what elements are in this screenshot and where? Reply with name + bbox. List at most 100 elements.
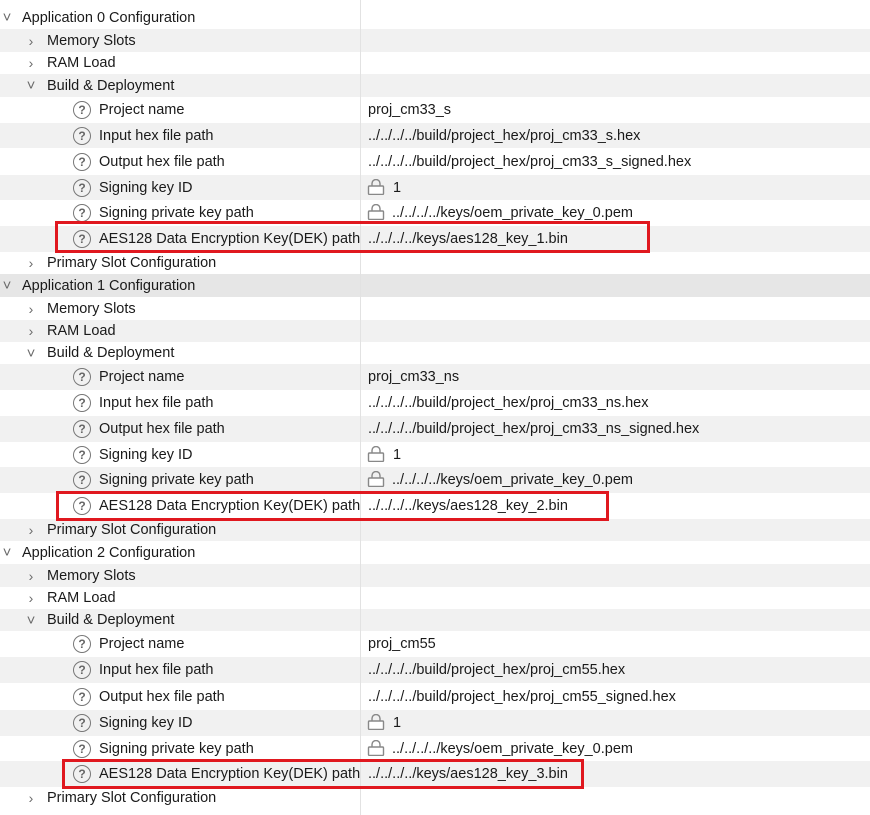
property-label: Input hex file path (99, 662, 214, 678)
tree-group-row[interactable]: › Primary Slot Configuration (0, 519, 870, 541)
chevron-down-icon[interactable]: ˅ (26, 345, 36, 362)
column-divider[interactable] (360, 0, 361, 815)
tree-group-row[interactable]: › Primary Slot Configuration (0, 787, 870, 809)
chevron-right-icon[interactable]: › (26, 323, 36, 339)
question-circle-icon[interactable]: ? (73, 471, 91, 489)
property-value[interactable]: ../../../../build/project_hex/proj_cm33_… (368, 421, 699, 437)
property-value[interactable]: ../../../../keys/aes128_key_1.bin (368, 231, 568, 247)
tree-group-row[interactable]: ˅ Build & Deployment (0, 74, 870, 97)
tree-group-row[interactable]: › Primary Slot Configuration (0, 252, 870, 274)
lock-icon (367, 739, 385, 756)
chevron-down-icon[interactable]: ˅ (26, 612, 36, 629)
property-row[interactable]: ? Input hex file path ../../../../build/pr… (0, 657, 870, 683)
property-row[interactable]: ? Output hex file path ../../../../build/p… (0, 416, 870, 442)
group-label: Memory Slots (47, 300, 136, 317)
group-label: Application 0 Configuration (22, 9, 196, 26)
chevron-right-icon[interactable]: › (26, 790, 36, 806)
chevron-right-icon[interactable]: › (26, 568, 36, 584)
property-row[interactable]: ? Output hex file path ../../../../build/p… (0, 148, 870, 175)
chevron-right-icon[interactable]: › (26, 590, 36, 606)
property-row[interactable]: ? Signing private key path ../../../../key… (0, 736, 870, 761)
property-value[interactable]: ../../../../keys/oem_private_key_0.pem (392, 472, 633, 488)
property-value[interactable]: ../../../../build/project_hex/proj_cm33_… (368, 154, 691, 170)
property-row[interactable]: ? Project name proj_cm33_ns (0, 364, 870, 390)
property-label: AES128 Data Encryption Key(DEK) path (99, 231, 361, 247)
question-circle-icon[interactable]: ? (73, 445, 91, 464)
group-label: Primary Slot Configuration (47, 255, 217, 271)
property-row[interactable]: ? Output hex file path ../../../../build/p… (0, 683, 870, 710)
property-row[interactable]: ? Project name proj_cm55 (0, 631, 870, 657)
tree-group-row[interactable]: › Memory Slots (0, 297, 870, 320)
property-value[interactable]: ../../../../build/project_hex/proj_cm33_… (368, 128, 640, 144)
tree-group-row[interactable]: ˅ Application 1 Configuration (0, 274, 870, 297)
tree-group-row[interactable]: ˅ Application 0 Configuration (0, 6, 870, 29)
property-value[interactable]: proj_cm33_s (368, 102, 451, 118)
lock-icon (367, 713, 385, 731)
tree-group-row[interactable]: ˅ Build & Deployment (0, 342, 870, 364)
question-circle-icon[interactable]: ? (73, 497, 91, 515)
property-value[interactable]: ../../../../keys/oem_private_key_0.pem (392, 205, 633, 221)
chevron-right-icon[interactable]: › (26, 33, 36, 49)
property-label: Project name (99, 369, 185, 385)
question-circle-icon[interactable]: ? (73, 687, 91, 706)
property-label: AES128 Data Encryption Key(DEK) path (99, 766, 361, 782)
chevron-down-icon[interactable]: ˅ (2, 9, 12, 26)
property-row[interactable]: ? Project name proj_cm33_s (0, 97, 870, 123)
chevron-down-icon[interactable]: ˅ (2, 544, 12, 561)
question-circle-icon[interactable]: ? (73, 126, 91, 145)
tree-group-row[interactable]: › RAM Load (0, 587, 870, 609)
chevron-down-icon[interactable]: ˅ (2, 277, 12, 294)
property-label: AES128 Data Encryption Key(DEK) path (99, 498, 361, 514)
group-label: Build & Deployment (47, 612, 175, 628)
question-circle-icon[interactable]: ? (73, 230, 91, 248)
property-value[interactable]: ../../../../keys/aes128_key_3.bin (368, 766, 568, 782)
property-row[interactable]: ? Input hex file path ../../../../build/pr… (0, 390, 870, 416)
question-circle-icon[interactable]: ? (73, 420, 91, 438)
property-label: Project name (99, 102, 185, 118)
question-circle-icon[interactable]: ? (73, 204, 91, 222)
property-value[interactable]: ../../../../keys/aes128_key_2.bin (368, 498, 568, 514)
chevron-right-icon[interactable]: › (26, 255, 36, 271)
property-value[interactable]: 1 (393, 447, 401, 463)
question-circle-icon[interactable]: ? (73, 765, 91, 783)
question-circle-icon[interactable]: ? (73, 368, 91, 386)
question-circle-icon[interactable]: ? (73, 101, 91, 119)
property-row[interactable]: ? Signing private key path ../../../../key… (0, 200, 870, 226)
property-value[interactable]: proj_cm33_ns (368, 369, 459, 385)
property-value[interactable]: 1 (393, 180, 401, 196)
group-label: Application 1 Configuration (22, 277, 196, 294)
chevron-down-icon[interactable]: ˅ (26, 77, 36, 94)
question-circle-icon[interactable]: ? (73, 152, 91, 171)
property-value[interactable]: ../../../../build/project_hex/proj_cm55.… (368, 662, 625, 678)
property-row[interactable]: ? Input hex file path ../../../../build/pr… (0, 123, 870, 148)
tree-group-row[interactable]: › Memory Slots (0, 564, 870, 587)
property-value[interactable]: ../../../../build/project_hex/proj_cm55_… (368, 689, 676, 705)
tree-group-row[interactable]: › Memory Slots (0, 29, 870, 52)
group-label: RAM Load (47, 323, 116, 339)
tree-group-row[interactable]: ˅ Application 2 Configuration (0, 541, 870, 564)
tree-group-row[interactable]: ˅ Build & Deployment (0, 609, 870, 631)
property-row[interactable]: ? AES128 Data Encryption Key(DEK) path ../… (0, 493, 870, 519)
property-value[interactable]: ../../../../build/project_hex/proj_cm33_… (368, 395, 648, 411)
question-circle-icon[interactable]: ? (73, 739, 91, 758)
chevron-right-icon[interactable]: › (26, 55, 36, 71)
property-row[interactable]: ? Signing key ID 1 (0, 442, 870, 467)
question-circle-icon[interactable]: ? (73, 714, 91, 732)
question-circle-icon[interactable]: ? (73, 661, 91, 679)
property-value[interactable]: proj_cm55 (368, 636, 436, 652)
property-value[interactable]: 1 (393, 715, 401, 731)
property-row[interactable]: ? Signing key ID 1 (0, 175, 870, 200)
property-value[interactable]: ../../../../keys/oem_private_key_0.pem (392, 741, 633, 757)
property-row[interactable]: ? AES128 Data Encryption Key(DEK) path ../… (0, 226, 870, 252)
question-circle-icon[interactable]: ? (73, 394, 91, 412)
property-label: Project name (99, 636, 185, 652)
property-row[interactable]: ? AES128 Data Encryption Key(DEK) path ../… (0, 761, 870, 787)
chevron-right-icon[interactable]: › (26, 522, 36, 538)
question-circle-icon[interactable]: ? (73, 178, 91, 197)
property-row[interactable]: ? Signing key ID 1 (0, 710, 870, 736)
chevron-right-icon[interactable]: › (26, 301, 36, 317)
property-row[interactable]: ? Signing private key path ../../../../key… (0, 467, 870, 493)
tree-group-row[interactable]: › RAM Load (0, 52, 870, 74)
tree-group-row[interactable]: › RAM Load (0, 320, 870, 342)
question-circle-icon[interactable]: ? (73, 635, 91, 653)
